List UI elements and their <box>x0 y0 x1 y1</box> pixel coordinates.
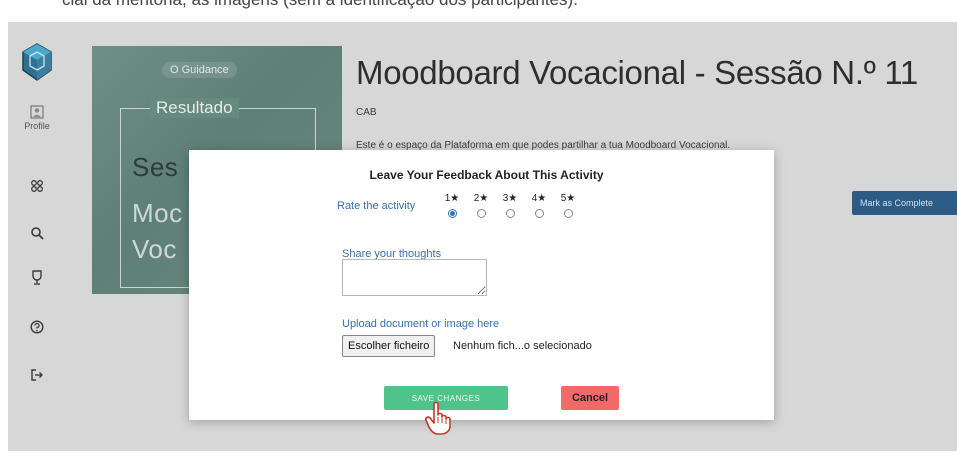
cancel-button[interactable]: Cancel <box>561 386 619 410</box>
rating-radio-5[interactable] <box>563 209 573 218</box>
rate-label: Rate the activity <box>337 200 416 212</box>
logout-icon <box>31 369 43 381</box>
hero-subtitle: Resultado <box>150 98 239 118</box>
hero-line-2: Moc <box>132 198 183 228</box>
page-title: Moodboard Vocacional - Sessão N.º 11 <box>356 54 918 91</box>
rating-option-label: 1★ <box>444 193 460 204</box>
rating-option-label: 2★ <box>473 193 489 204</box>
modal-title: Leave Your Feedback About This Activity <box>369 168 604 182</box>
trophy-icon <box>32 270 42 285</box>
rating-option-2[interactable]: 2★ <box>470 193 492 218</box>
rating-option-5[interactable]: 5★ <box>557 193 579 218</box>
upload-label: Upload document or image here <box>342 318 500 330</box>
sidebar-item-search[interactable] <box>22 218 52 248</box>
rating-option-4[interactable]: 4★ <box>528 193 550 218</box>
rating-option-label: 5★ <box>560 193 576 204</box>
choose-file-button[interactable]: Escolher ficheiro <box>342 335 436 357</box>
mark-complete-button[interactable]: Mark as Complete <box>852 191 957 215</box>
rating-radio-2[interactable] <box>476 209 486 218</box>
top-caption-text: cial da mentoria, as imagens (sem a iden… <box>62 0 578 8</box>
rating-radio-3[interactable] <box>505 209 515 218</box>
search-icon <box>31 227 44 240</box>
file-status: Nenhum fich...o selecionado <box>453 340 592 352</box>
sidebar-item-logout[interactable] <box>22 360 52 390</box>
sidebar-item-dashboard[interactable] <box>22 171 52 201</box>
sidebar-item-help[interactable] <box>22 312 52 342</box>
hero-line-3: Voc <box>132 234 177 264</box>
rating-option-label: 3★ <box>502 193 518 204</box>
sidebar-item-profile[interactable]: Profile <box>22 98 52 138</box>
hero-brand: O Guidance <box>162 62 237 78</box>
grid-icon <box>31 180 43 192</box>
sidebar-item-label: Profile <box>24 121 50 131</box>
hand-cursor-icon <box>425 401 455 435</box>
rating-radio-1[interactable] <box>447 209 457 218</box>
rating-option-3[interactable]: 3★ <box>499 193 521 218</box>
sidebar-item-achievements[interactable] <box>22 263 52 293</box>
sidebar: Profile <box>8 22 68 451</box>
rating-radio-4[interactable] <box>534 209 544 218</box>
thoughts-textarea[interactable] <box>342 259 487 296</box>
app-logo-icon[interactable] <box>21 42 53 82</box>
profile-icon <box>30 105 44 119</box>
rating-option-label: 4★ <box>531 193 547 204</box>
top-caption: cial da mentoria, as imagens (sem a iden… <box>0 0 957 16</box>
help-icon <box>30 320 44 334</box>
page-subtitle: CAB <box>356 107 377 118</box>
hero-line-1: Ses <box>132 152 179 182</box>
rating-group: 1★ 2★ 3★ 4★ 5★ <box>441 193 579 218</box>
rating-option-1[interactable]: 1★ <box>441 193 463 218</box>
feedback-modal: Leave Your Feedback About This Activity … <box>189 150 774 435</box>
